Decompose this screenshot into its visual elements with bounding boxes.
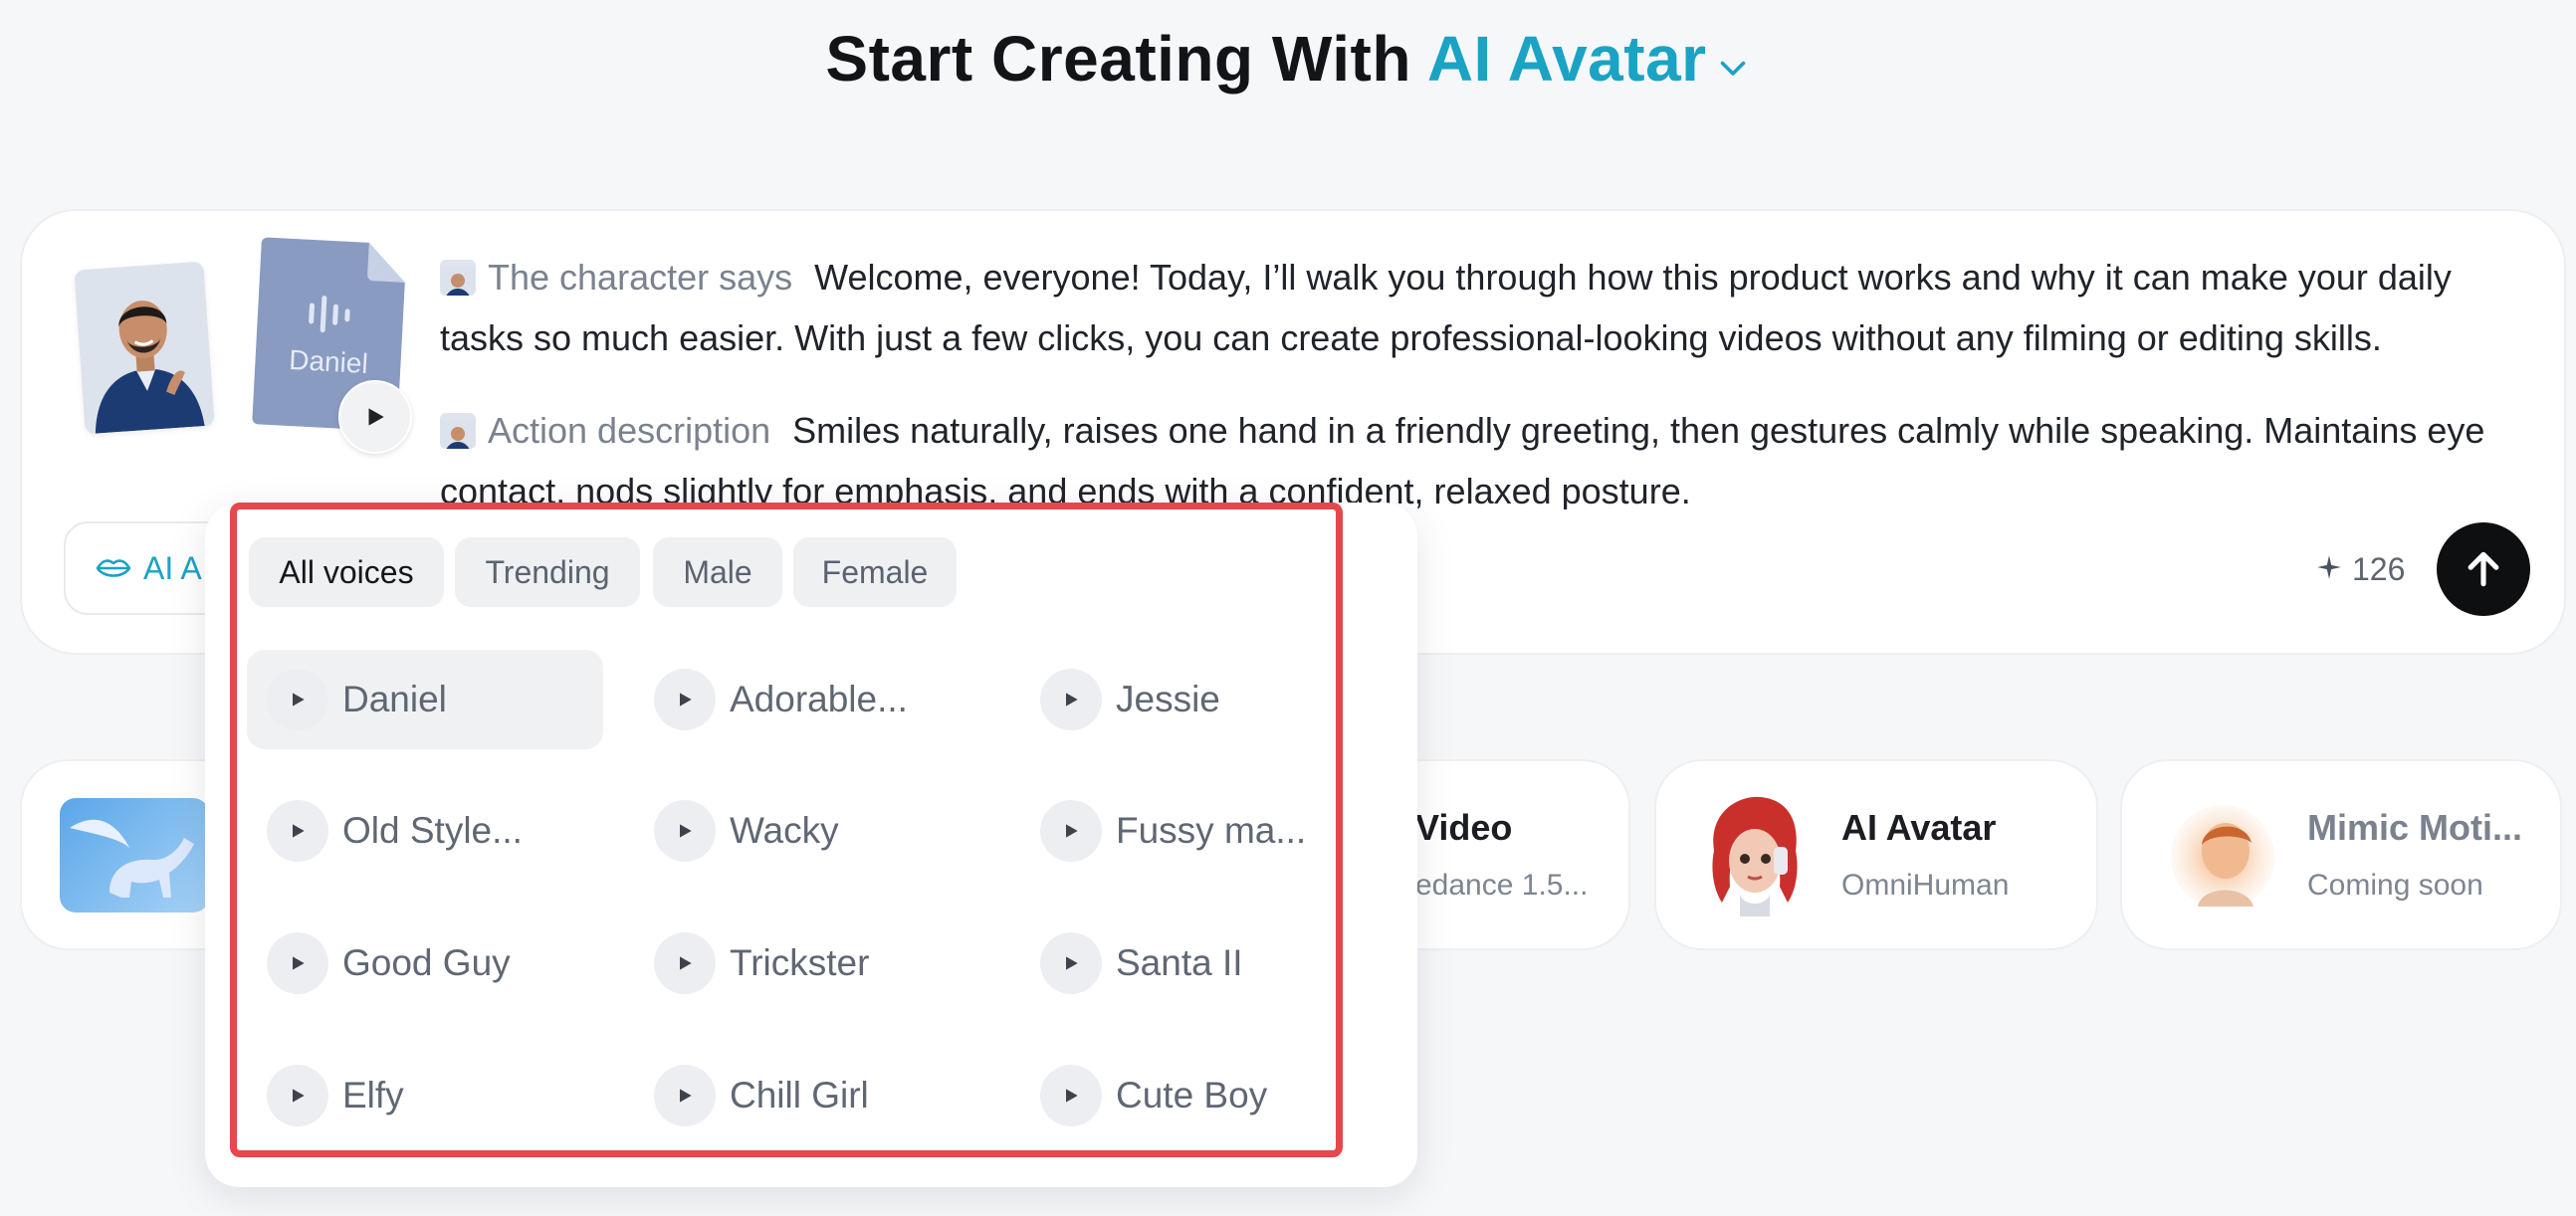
dialogue-text[interactable]: The character says Welcome, everyone! Tod… [440,247,2540,368]
play-icon [368,408,384,426]
voice-name: Fussy ma... [1116,810,1307,851]
tool-subtitle: edance 1.5... [1415,869,1589,902]
avatar-image[interactable] [74,261,215,435]
play-icon[interactable] [267,932,328,994]
voice-item[interactable]: Adorable... [634,650,990,749]
voice-item[interactable]: Daniel [247,650,603,749]
voice-name: Daniel [342,679,447,719]
avatar-chip-icon [440,413,476,449]
voice-item[interactable]: Fussy ma... [1020,781,1339,881]
voice-name: Chill Girl [730,1075,869,1115]
model-selector[interactable]: AI Avatar [1427,23,1751,95]
play-icon[interactable] [267,1065,328,1126]
voice-item[interactable]: Elfy [247,1046,603,1145]
tab-female[interactable]: Female [793,537,957,607]
play-icon[interactable] [654,669,716,730]
action-text[interactable]: Action description Smiles naturally, rais… [440,400,2540,509]
tab-all-voices[interactable]: All voices [249,537,444,607]
avatar-girl-thumbnail [1700,791,1810,920]
voice-name: Wacky [730,810,839,851]
play-icon[interactable] [654,932,716,994]
voice-item[interactable]: Chill Girl [634,1046,990,1145]
tool-subtitle: Coming soon [2307,869,2483,902]
play-icon[interactable] [1040,1065,1102,1126]
credits-value: 126 [2352,550,2406,587]
voice-name: Elfy [342,1075,404,1115]
tool-title: Mimic Moti... [2307,807,2522,848]
arrow-up-icon [2468,551,2499,587]
send-button[interactable] [2437,522,2530,616]
voice-name: Santa II [1116,942,1243,983]
voice-name: Cute Boy [1116,1075,1268,1115]
voice-item[interactable]: Good Guy [247,913,603,1013]
action-label: Action description [488,410,771,451]
page-title-prefix: Start Creating With [825,23,1411,95]
tool-card-mimic-motion[interactable]: Mimic Moti... Coming soon [2120,759,2562,950]
mimic-thumbnail [2168,799,2277,913]
dialogue-label: The character says [488,257,793,298]
voice-name: Trickster [730,942,870,983]
voice-item[interactable]: Wacky [634,781,990,881]
play-icon[interactable] [1040,800,1102,862]
play-icon[interactable] [1040,669,1102,730]
voice-item[interactable]: Trickster [634,913,990,1013]
voice-item[interactable]: Santa II [1020,913,1339,1013]
tool-card-ai-avatar[interactable]: AI Avatar OmniHuman [1654,759,2098,950]
voice-name: Jessie [1116,679,1220,719]
tool-subtitle: OmniHuman [1841,869,2010,902]
voice-play-button[interactable] [338,380,412,454]
tab-trending[interactable]: Trending [455,537,640,607]
voice-item[interactable]: Jessie [1020,650,1339,749]
credits-counter: 126 [2316,539,2405,599]
voice-name: Good Guy [342,942,511,983]
voice-item[interactable]: Old Style... [247,781,603,881]
voice-item[interactable]: Cute Boy [1020,1046,1339,1145]
page-title: Start Creating With AI Avatar [0,22,2576,101]
avatar-chip-icon [440,260,476,296]
play-icon[interactable] [267,800,328,862]
model-selector-label: AI Avatar [1426,23,1707,95]
pegasus-thumbnail [60,798,209,912]
play-icon[interactable] [654,800,716,862]
tool-title: AI Avatar [1841,807,1997,848]
lips-icon [96,559,131,577]
sparkle-icon [2316,551,2342,588]
mode-label: AI A [143,549,202,586]
tool-title: Video [1415,807,1513,848]
play-icon[interactable] [1040,932,1102,994]
voice-name: Old Style... [342,810,523,851]
tab-male[interactable]: Male [653,537,782,607]
play-icon[interactable] [267,669,328,730]
voice-name: Adorable... [730,679,908,719]
chevron-down-icon [1715,27,1751,101]
play-icon[interactable] [654,1065,716,1126]
